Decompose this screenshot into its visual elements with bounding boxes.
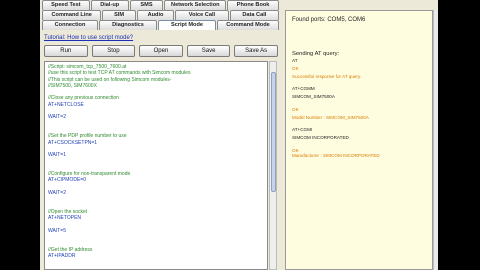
console-scrollbar[interactable] bbox=[433, 10, 438, 270]
tab-diagnostics[interactable]: Diagnostics bbox=[99, 20, 157, 30]
tab-connection[interactable]: Connection bbox=[42, 20, 98, 30]
console-line: OK bbox=[292, 66, 299, 71]
tab-sim[interactable]: SIM bbox=[102, 10, 136, 20]
console-line: SIMCOM INCORPORATED bbox=[292, 135, 349, 140]
tab-voice-call[interactable]: Voice Call bbox=[175, 10, 229, 20]
save-button[interactable]: Save bbox=[186, 45, 231, 57]
open-button[interactable]: Open bbox=[139, 45, 183, 57]
tab-phone-book[interactable]: Phone Book bbox=[227, 0, 279, 10]
tutorial-link[interactable]: Tutorial: How to use script mode? bbox=[44, 35, 133, 41]
console-line: AT+CGMI bbox=[292, 127, 313, 132]
console-line: AT bbox=[292, 58, 298, 63]
script-scroll-thumb[interactable] bbox=[271, 72, 276, 192]
console-line: AT+CGMM bbox=[292, 86, 315, 91]
script-scrollbar[interactable] bbox=[269, 61, 277, 270]
stop-button[interactable]: Stop bbox=[91, 45, 136, 57]
tab-script-mode[interactable]: Script Mode bbox=[158, 20, 216, 30]
found-ports-text: Found ports: COM5, COM6 bbox=[292, 17, 366, 23]
script-line: AT+IPADDR bbox=[48, 252, 76, 259]
script-editor[interactable]: //Script: simcom_tcp_7500_7600.at//use t… bbox=[44, 61, 268, 270]
tab-bar: Speed Test Dial-up SMS Network Selection… bbox=[42, 0, 280, 30]
run-button[interactable]: Run bbox=[44, 45, 88, 57]
tab-sms[interactable]: SMS bbox=[129, 0, 164, 10]
tab-row-1: Speed Test Dial-up SMS Network Selection… bbox=[42, 0, 280, 10]
tab-dial-up[interactable]: Dial-up bbox=[90, 0, 129, 10]
app-window: Speed Test Dial-up SMS Network Selection… bbox=[40, 0, 438, 270]
console-line: Successful response for AT query. bbox=[292, 74, 362, 79]
console-line: OK bbox=[292, 107, 299, 112]
console-line: Model Number : SIMCOM_SIM7500A bbox=[292, 115, 369, 120]
tab-row-3: Connection Diagnostics Script Mode Comma… bbox=[42, 20, 280, 30]
script-toolbar: Run Stop Open Save Save As bbox=[44, 45, 278, 59]
tab-speed-test[interactable]: Speed Test bbox=[42, 0, 90, 10]
tab-row-2: Command Line SIM Audio Voice Call Data C… bbox=[42, 10, 280, 20]
console-output: Found ports: COM5, COM6 Sending AT query… bbox=[285, 10, 433, 270]
tab-data-call[interactable]: Data Call bbox=[229, 10, 280, 20]
tab-command-line[interactable]: Command Line bbox=[42, 10, 102, 20]
sending-text: Sending AT query: bbox=[292, 51, 340, 57]
tab-command-mode[interactable]: Command Mode bbox=[217, 20, 279, 30]
tab-audio[interactable]: Audio bbox=[136, 10, 175, 20]
console-line: Manufacturer : SIMCOM INCORPORATED bbox=[292, 153, 380, 158]
tab-network-selection[interactable]: Network Selection bbox=[164, 0, 227, 10]
console-line: SIMCOM_SIM7500A bbox=[292, 94, 335, 99]
save-as-button[interactable]: Save As bbox=[234, 45, 278, 57]
